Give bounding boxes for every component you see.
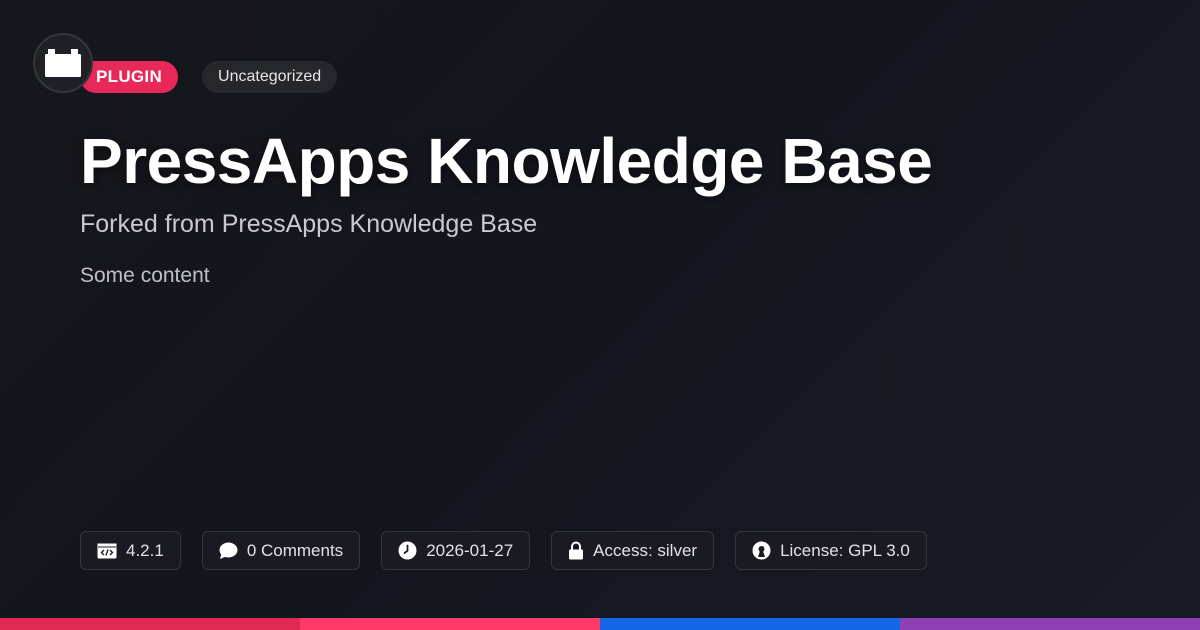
clock-icon xyxy=(398,541,417,560)
code-window-icon xyxy=(97,543,117,558)
bottom-bar-segment xyxy=(900,618,1200,630)
bottom-bar-segment xyxy=(300,618,600,630)
page-content: Some content xyxy=(80,264,210,287)
license-chip: License: GPL 3.0 xyxy=(735,531,927,570)
open-source-icon xyxy=(752,541,771,560)
comment-bubble-icon xyxy=(219,542,238,559)
license-text: License: GPL 3.0 xyxy=(780,540,910,560)
date-chip: 2026-01-27 xyxy=(381,531,531,570)
comments-chip[interactable]: 0 Comments xyxy=(201,531,361,570)
type-badge[interactable]: PLUGIN xyxy=(80,61,179,93)
version-text: 4.2.1 xyxy=(126,540,164,560)
meta-row: 4.2.1 0 Comments 2026-01-27 Access: silv… xyxy=(80,531,927,570)
bottom-color-bar xyxy=(0,618,1200,630)
site-logo[interactable] xyxy=(33,33,93,93)
version-chip: 4.2.1 xyxy=(80,531,181,570)
category-badge[interactable]: Uncategorized xyxy=(202,61,338,93)
bottom-bar-segment xyxy=(600,618,900,630)
page-title: PressApps Knowledge Base xyxy=(80,125,933,197)
comments-text: 0 Comments xyxy=(246,540,344,560)
access-chip: Access: silver xyxy=(551,531,715,570)
tag-row: PLUGIN Uncategorized xyxy=(80,61,338,93)
date-text: 2026-01-27 xyxy=(426,540,514,560)
folder-icon xyxy=(45,49,81,77)
bottom-bar-segment xyxy=(0,618,300,630)
lock-icon xyxy=(569,541,584,560)
page-subtitle: Forked from PressApps Knowledge Base xyxy=(80,210,538,238)
access-text: Access: silver xyxy=(593,540,698,560)
